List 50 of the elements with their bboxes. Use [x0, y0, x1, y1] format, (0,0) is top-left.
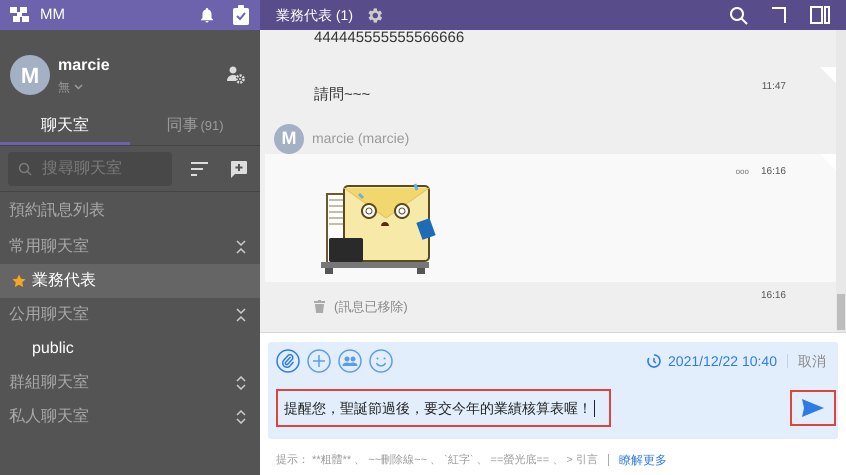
message-time: 16:16	[760, 288, 786, 303]
collapse-icon[interactable]	[236, 308, 246, 322]
message-time: 11:47	[762, 80, 786, 94]
chat-room-item[interactable]: 業務代表	[0, 264, 260, 298]
corner-icon[interactable]	[772, 7, 786, 23]
learn-more-link[interactable]: 瞭解更多	[618, 451, 667, 469]
clipboard-check-icon[interactable]	[232, 5, 250, 25]
sender-name: marcie (marcie)	[312, 129, 410, 148]
chevron-down-icon[interactable]	[74, 84, 83, 90]
avatar: M	[274, 124, 304, 154]
message-input[interactable]: 提醒您，聖誕節過後，要交今年的業績核算表喔！	[276, 389, 611, 427]
sidebar-tab[interactable]: 聊天室	[0, 110, 130, 145]
scheduled-time[interactable]: 2021/12/22 10:40	[668, 350, 777, 372]
message-text: 請問~~~	[314, 85, 372, 106]
scrollbar[interactable]	[836, 30, 846, 332]
message-time: 16:16	[760, 164, 786, 179]
clock-icon	[647, 354, 661, 368]
send-button[interactable]	[790, 390, 836, 426]
section-label: 公用聊天室	[9, 304, 90, 325]
user-settings-icon[interactable]	[226, 66, 246, 84]
search-icon[interactable]	[729, 6, 748, 24]
paperclip-icon[interactable]	[276, 349, 300, 373]
message-text: 444445555555566666	[314, 30, 466, 48]
sidebar-link[interactable]: 預約訊息列表	[0, 192, 260, 230]
split-view-icon[interactable]	[810, 6, 830, 24]
sort-icon[interactable]	[191, 162, 208, 176]
scrollbar-thumb[interactable]	[837, 294, 845, 330]
section-label: 私人聊天室	[9, 406, 90, 427]
expand-icon[interactable]	[236, 376, 246, 390]
chat-room-item[interactable]: public	[0, 332, 260, 366]
collapse-icon[interactable]	[236, 240, 246, 254]
status-label[interactable]: 無	[58, 78, 70, 96]
new-chat-icon[interactable]	[230, 160, 248, 178]
expand-icon[interactable]	[236, 410, 246, 424]
app-title: MM	[40, 4, 65, 25]
section-label: 常用聊天室	[9, 236, 90, 257]
chat-title: 業務代表 (1)	[276, 6, 353, 25]
trash-icon	[314, 300, 325, 314]
bell-icon[interactable]	[198, 6, 216, 24]
avatar: M	[10, 55, 50, 95]
deleted-notice: (訊息已移除)	[334, 298, 409, 316]
section-label: 群組聊天室	[9, 372, 90, 393]
send-icon	[802, 399, 824, 417]
sidebar-tab[interactable]: 同事(91)	[130, 110, 260, 145]
logo-icon	[10, 7, 30, 23]
cancel-button[interactable]: 取消	[798, 350, 826, 372]
search-icon	[18, 162, 32, 176]
more-options[interactable]: ooo	[736, 166, 749, 282]
user-name: marcie	[58, 56, 110, 76]
formatting-hint: 提示： **粗體** 、 ~~刪除線~~ 、 `紅字` 、 ==螢光底== 、 > 引言	[276, 452, 598, 468]
